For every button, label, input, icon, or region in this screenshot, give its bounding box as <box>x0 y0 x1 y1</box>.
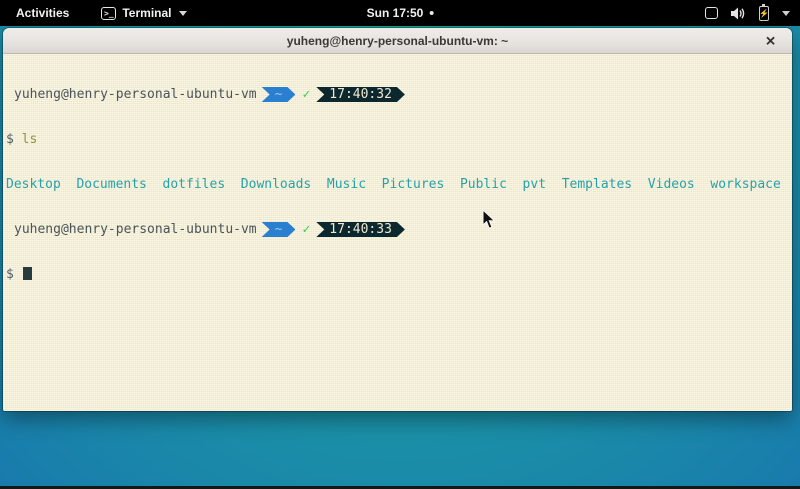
command-text: ls <box>22 132 38 147</box>
terminal-icon: >_ <box>101 7 116 20</box>
prompt-symbol: $ <box>6 132 14 147</box>
close-button[interactable]: ✕ <box>765 34 776 47</box>
prompt-line: yuheng@henry-personal-ubuntu-vm ~ ✓ 17:40:3… <box>6 87 789 102</box>
app-menu-terminal[interactable]: >_ Terminal <box>101 6 187 20</box>
prompt-cwd-segment: ~ <box>262 222 296 237</box>
display-icon <box>705 7 718 19</box>
app-menu-label: Terminal <box>122 6 171 20</box>
terminal-cursor <box>23 267 32 280</box>
ls-output: Desktop Documents dotfiles Downloads Mus… <box>6 177 789 192</box>
chevron-down-icon <box>782 11 790 16</box>
prompt-user: yuheng@henry-personal-ubuntu-vm <box>14 222 257 237</box>
command-line: $ ls <box>6 132 789 147</box>
clock-menu[interactable]: Sun 17:50 <box>367 6 434 20</box>
prompt-line: yuheng@henry-personal-ubuntu-vm ~ ✓ 17:40:3… <box>6 222 789 237</box>
terminal-content[interactable]: yuheng@henry-personal-ubuntu-vm ~ ✓ 17:40:3… <box>3 54 792 411</box>
current-prompt-line: $ <box>6 267 789 282</box>
terminal-window: yuheng@henry-personal-ubuntu-vm: ~ ✕ yuh… <box>3 28 792 411</box>
chevron-down-icon <box>179 11 187 16</box>
top-bar: Activities >_ Terminal Sun 17:50 ⚡ <box>0 0 800 26</box>
status-check-icon: ✓ <box>302 87 310 102</box>
activities-button[interactable]: Activities <box>10 4 75 22</box>
window-titlebar[interactable]: yuheng@henry-personal-ubuntu-vm: ~ ✕ <box>3 28 792 54</box>
status-check-icon: ✓ <box>302 222 310 237</box>
system-status-menu[interactable]: ⚡ <box>705 0 790 26</box>
battery-charging-icon: ⚡ <box>759 6 769 21</box>
prompt-symbol: $ <box>6 267 14 282</box>
notification-dot-icon <box>429 11 433 15</box>
prompt-cwd-segment: ~ <box>262 87 296 102</box>
volume-icon <box>731 7 746 20</box>
window-title: yuheng@henry-personal-ubuntu-vm: ~ <box>287 34 508 48</box>
prompt-time-segment: 17:40:32 <box>316 87 405 102</box>
prompt-time-segment: 17:40:33 <box>316 222 405 237</box>
prompt-user: yuheng@henry-personal-ubuntu-vm <box>14 87 257 102</box>
clock-label: Sun 17:50 <box>367 6 424 20</box>
